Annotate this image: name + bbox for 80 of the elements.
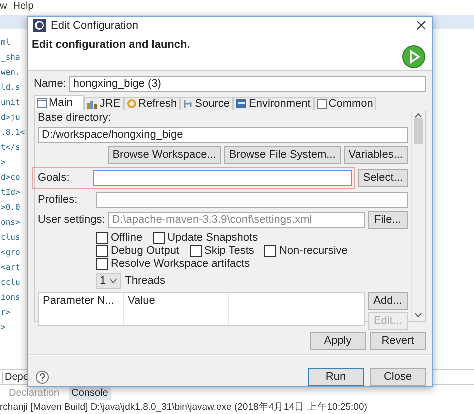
name-field[interactable]: hongxing_bige (3) — [69, 76, 426, 92]
code-line: <art — [1, 262, 20, 274]
tab[interactable]: Source — [180, 97, 234, 110]
file-button[interactable]: File... — [368, 211, 408, 229]
tab[interactable]: JRE — [84, 97, 124, 110]
column-header: Parameter N... — [39, 293, 124, 325]
browse-button[interactable]: Browse Workspace... — [108, 146, 222, 164]
dialog-button[interactable]: Close — [370, 368, 426, 386]
scrollbar[interactable] — [411, 110, 425, 321]
code-line: d>ju — [1, 112, 20, 124]
scrollbar-thumb[interactable] — [414, 118, 423, 144]
browse-button[interactable]: Variables... — [344, 146, 408, 164]
apply-button[interactable]: Apply — [310, 332, 366, 350]
menu-item[interactable]: w — [0, 1, 8, 15]
menu-item[interactable]: Help — [13, 1, 34, 15]
name-label: Name: — [34, 78, 66, 90]
checkbox-label: Resolve Workspace artifacts — [111, 258, 250, 270]
threads-label: Threads — [125, 275, 166, 287]
code-line: ons> — [1, 216, 20, 229]
tab[interactable]: Refresh — [124, 97, 180, 110]
code-line: clus — [1, 232, 20, 244]
base-directory-field[interactable]: D:/workspace/hongxing_bige — [38, 127, 408, 143]
tab[interactable]: Common — [314, 97, 376, 110]
table-button[interactable]: Add... — [368, 292, 408, 310]
checkbox[interactable] — [190, 245, 202, 257]
checkbox-label: Non-recursive — [279, 245, 348, 257]
code-line: <gro — [1, 246, 20, 259]
checkbox[interactable] — [96, 258, 108, 270]
code-line: > — [1, 322, 6, 334]
code-line: ml — [1, 36, 11, 49]
checkbox[interactable] — [96, 232, 108, 244]
page-icon — [316, 99, 327, 109]
books-icon — [86, 99, 98, 109]
select-button[interactable]: Select... — [358, 169, 408, 187]
environment-icon — [236, 99, 248, 109]
tab[interactable]: Environment — [233, 97, 314, 110]
checkbox-label: Debug Output — [111, 245, 180, 257]
user-settings-label: User settings: — [38, 214, 106, 226]
close-icon[interactable] — [417, 21, 426, 30]
column-header: Value — [124, 293, 229, 325]
checkbox[interactable] — [264, 245, 276, 257]
view-tab[interactable]: Console — [68, 386, 112, 400]
code-line: t</s — [1, 142, 20, 154]
goals-field[interactable] — [93, 170, 352, 186]
profiles-label: Profiles: — [38, 194, 79, 206]
code-line: cclu — [1, 276, 20, 289]
window-title: Edit Configuration — [51, 20, 140, 32]
code-line: .8.1< — [1, 126, 26, 139]
source-icon — [183, 99, 194, 109]
tab[interactable]: Main — [34, 95, 84, 110]
code-line: wen. — [1, 66, 20, 79]
code-line: >0.0 — [1, 202, 20, 214]
checkbox-label: Offline — [111, 232, 143, 244]
scroll-down-icon[interactable] — [415, 313, 422, 318]
console-text: rchanji [Maven Build] D:\java\jdk1.8.0_31\bin\javaw.exe (2018年4月14日 上午10:25:00) — [0, 401, 368, 414]
scroll-up-icon[interactable] — [415, 113, 422, 118]
code-line: d>co — [1, 172, 20, 184]
goals-label: Goals: — [38, 172, 71, 184]
profiles-field[interactable] — [96, 192, 408, 208]
browse-button[interactable]: Browse File System... — [224, 146, 341, 164]
code-line: ions — [1, 292, 20, 304]
dialog-heading: Edit configuration and launch. — [32, 38, 190, 51]
threads-dropdown[interactable]: 1 — [96, 273, 122, 289]
page-icon — [37, 98, 47, 108]
code-line: ld.s — [1, 82, 20, 94]
code-line: _sha — [1, 52, 20, 64]
caret-icon — [110, 278, 118, 284]
checkbox-label: Update Snapshots — [168, 232, 258, 244]
code-line: > — [1, 156, 6, 169]
help-icon[interactable] — [36, 370, 49, 384]
dialog-button[interactable]: Run — [308, 368, 364, 386]
code-line: unit — [1, 96, 20, 109]
checkbox[interactable] — [152, 232, 165, 244]
checkbox[interactable] — [96, 245, 108, 257]
user-settings-field[interactable]: D:\apache-maven-3.3.9\conf\settings.xml — [108, 212, 365, 228]
base-directory-label: Base directory: — [38, 112, 112, 124]
code-line: r> — [1, 306, 11, 319]
code-line: tId> — [1, 186, 20, 199]
apply-button[interactable]: Revert — [370, 332, 426, 350]
checkbox-label: Skip Tests — [204, 245, 254, 257]
